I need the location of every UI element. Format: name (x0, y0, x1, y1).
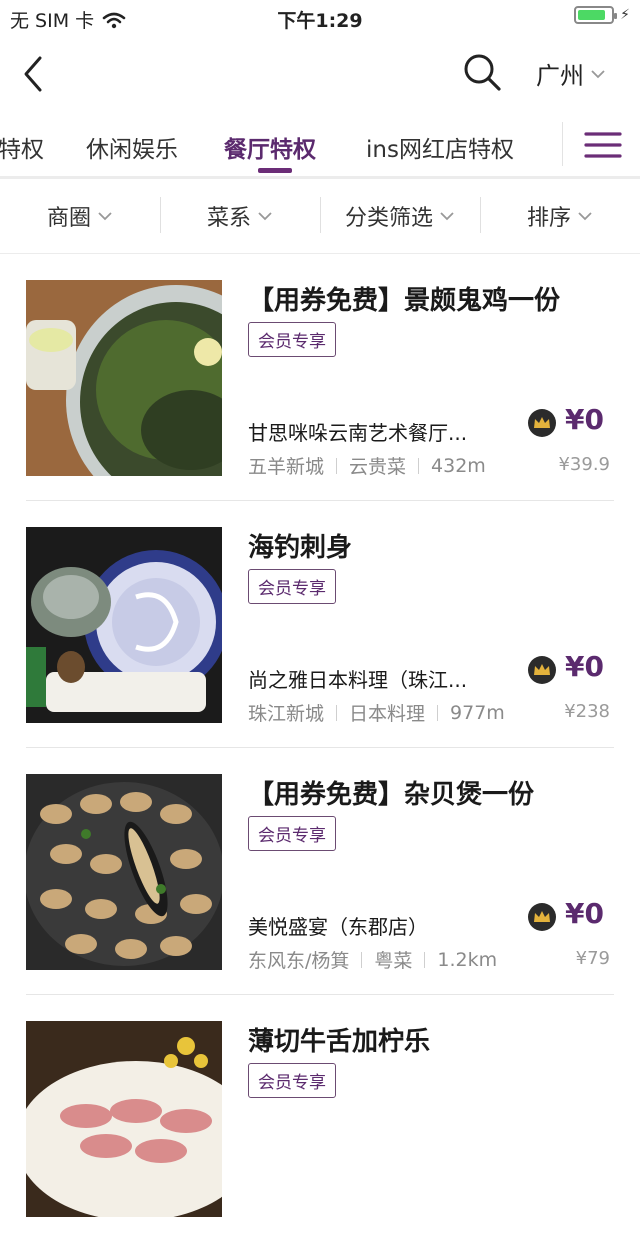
member-only-badge: 会员专享 (248, 1063, 336, 1098)
city-label: 广州 (536, 62, 584, 90)
crown-icon (528, 903, 556, 931)
back-button[interactable] (14, 54, 54, 94)
filter-label: 商圈 (46, 206, 91, 231)
active-tab-indicator (258, 168, 292, 173)
meta-separator (418, 457, 420, 474)
member-price: ¥0 (565, 650, 604, 683)
crown-icon (528, 409, 556, 437)
item-title: 【用券免费】杂贝煲一份 (248, 780, 535, 810)
distance: 432m (431, 454, 486, 477)
shop-name: 美悦盛宴（东郡店） (248, 915, 428, 939)
filter-label: 排序 (526, 206, 571, 231)
original-price: ¥79 (575, 948, 610, 969)
shop-name: 甘思咪哚云南艺术餐厅... (248, 421, 468, 445)
business-area: 东风东/杨箕 (248, 950, 350, 972)
tabs-menu-button[interactable] (584, 130, 622, 160)
food-image (26, 280, 222, 476)
tabs-divider (562, 122, 563, 166)
chevron-down-icon (258, 212, 272, 221)
tab-ins-influencer-shop[interactable]: ins网红店特权 (366, 130, 514, 164)
item-meta: 五羊新城 云贵菜 432m (248, 452, 486, 479)
food-image (26, 527, 222, 723)
battery-level (578, 10, 606, 20)
member-price: ¥0 (565, 403, 604, 436)
original-price: ¥39.9 (558, 454, 610, 475)
filter-category[interactable]: 分类筛选 (320, 179, 480, 253)
meta-separator (437, 704, 439, 721)
search-button[interactable] (460, 50, 504, 94)
filter-label: 分类筛选 (344, 206, 433, 231)
charging-icon: ⚡ (620, 7, 630, 23)
item-title: 海钓刺身 (248, 533, 353, 563)
business-area: 五羊新城 (248, 456, 325, 478)
list-item[interactable]: 海钓刺身 会员专享 尚之雅日本料理（珠江... 珠江新城 日本料理 977m ¥… (0, 501, 640, 748)
member-only-badge: 会员专享 (248, 322, 336, 357)
tab-privilege[interactable]: 特权 (0, 130, 44, 164)
chevron-down-icon (440, 212, 454, 221)
chevron-down-icon (578, 212, 592, 221)
crown-icon (528, 656, 556, 684)
status-right: ⚡ (574, 6, 630, 24)
meta-separator (336, 704, 338, 721)
shop-name: 尚之雅日本料理（珠江... (248, 668, 468, 692)
filter-sort[interactable]: 排序 (480, 179, 640, 253)
battery-icon (574, 6, 618, 24)
tab-leisure-entertainment[interactable]: 休闲娱乐 (86, 130, 178, 164)
distance: 977m (450, 701, 505, 724)
nav-bar: 广州 (0, 36, 640, 112)
filter-business-district[interactable]: 商圈 (0, 179, 160, 253)
chevron-left-icon (24, 56, 42, 92)
item-title: 【用券免费】景颇鬼鸡一份 (248, 286, 561, 316)
meta-separator (361, 951, 363, 968)
member-only-badge: 会员专享 (248, 816, 336, 851)
food-image (26, 774, 222, 970)
list-item[interactable]: 【用券免费】景颇鬼鸡一份 会员专享 甘思咪哚云南艺术餐厅... 五羊新城 云贵菜… (0, 254, 640, 501)
tab-restaurant-privilege[interactable]: 餐厅特权 (224, 130, 316, 164)
status-bar: 无 SIM 卡 下午1:29 ⚡ (0, 0, 640, 36)
item-title: 薄切牛舌加柠乐 (248, 1027, 431, 1057)
food-image (26, 1021, 222, 1217)
search-icon (464, 54, 501, 91)
meta-separator (424, 951, 426, 968)
filter-label: 菜系 (206, 206, 251, 231)
item-meta: 珠江新城 日本料理 977m (248, 699, 505, 726)
chevron-down-icon (98, 212, 112, 221)
filter-cuisine[interactable]: 菜系 (160, 179, 320, 253)
status-time: 下午1:29 (277, 10, 363, 32)
distance: 1.2km (437, 948, 498, 971)
chevron-down-icon (591, 69, 605, 78)
item-meta: 东风东/杨箕 粤菜 1.2km (248, 946, 497, 973)
cuisine-type: 粤菜 (374, 950, 413, 972)
city-selector[interactable]: 广州 (536, 56, 606, 91)
original-price: ¥238 (564, 701, 610, 722)
member-only-badge: 会员专享 (248, 569, 336, 604)
business-area: 珠江新城 (248, 703, 325, 725)
hamburger-menu-icon (584, 132, 622, 158)
member-price: ¥0 (565, 897, 604, 930)
cuisine-type: 云贵菜 (349, 456, 407, 478)
filter-bar: 商圈 菜系 分类筛选 排序 (0, 179, 640, 254)
meta-separator (336, 457, 338, 474)
list-item[interactable]: 薄切牛舌加柠乐 会员专享 (0, 995, 640, 1242)
list-item[interactable]: 【用券免费】杂贝煲一份 会员专享 美悦盛宴（东郡店） 东风东/杨箕 粤菜 1.2… (0, 748, 640, 995)
category-tabs: 特权 休闲娱乐 餐厅特权 ins网红店特权 (0, 112, 640, 178)
cuisine-type: 日本料理 (349, 703, 426, 725)
